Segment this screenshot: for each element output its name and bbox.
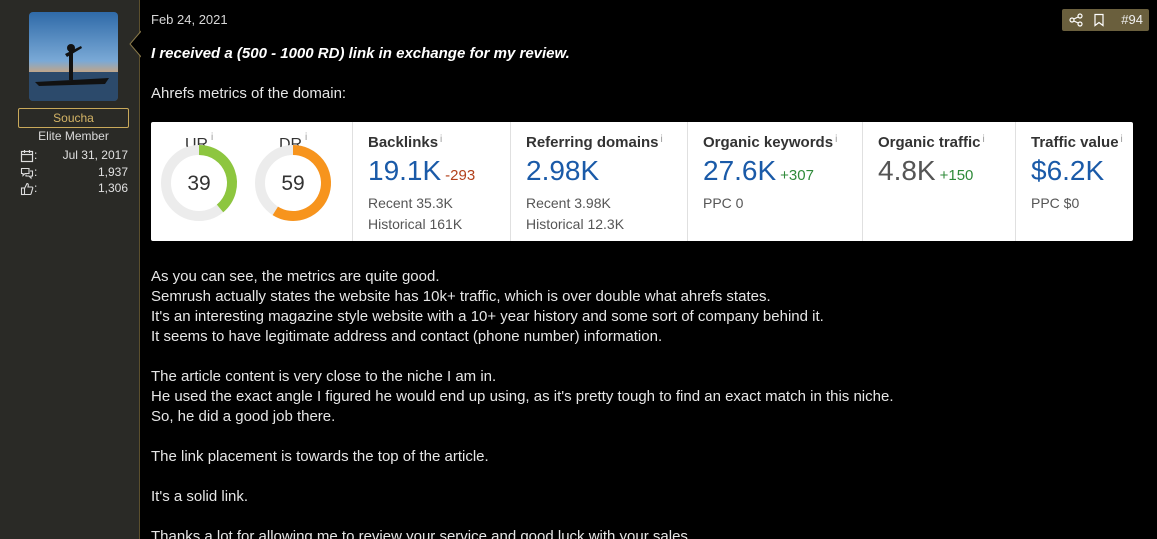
backlinks-recent: Recent 35.3K [368,195,453,211]
post-lead: I received a (500 - 1000 RD) link in exc… [151,45,570,62]
traffic-column: Organic traffic i 4.8K +150 [862,122,1015,241]
dr-ring: 59 [255,145,331,221]
thumbs-up-icon [20,182,34,196]
info-icon: i [835,134,838,145]
ur-ring: 39 [161,145,237,221]
user-sidebar: Soucha Elite Member : Jul 31, 2017 : 1,9… [0,0,140,539]
info-icon: i [660,134,663,145]
trafficvalue-value[interactable]: $6.2K [1031,155,1104,186]
user-title: Elite Member [38,129,109,143]
trafficvalue-title: Traffic value [1031,134,1119,151]
stat-reactions-value: 1,306 [97,181,128,195]
backlinks-historical: Historical 161K [368,216,463,232]
info-icon: i [1120,134,1123,145]
post-actions: #94 [1062,9,1149,31]
body-line: The link placement is towards the top of… [151,448,489,465]
backlinks-title: Backlinks [368,134,439,151]
refdomains-title: Referring domains [526,134,659,151]
body-line: As you can see, the metrics are quite go… [151,268,440,285]
stat-joined-value: Jul 31, 2017 [62,148,128,162]
body-line: Semrush actually states the website has … [151,288,771,305]
body-line: The article content is very close to the… [151,368,497,385]
keywords-delta: +307 [780,167,814,184]
keywords-value[interactable]: 27.6K [703,155,776,186]
backlinks-column: Backlinks i 19.1K -293 Recent 35.3K Histor… [352,122,510,241]
body-line: Thanks a lot for allowing me to review y… [151,528,693,539]
stat-joined: : Jul 31, 2017 [20,148,128,164]
body-line: He used the exact angle I figured he wou… [151,388,894,405]
post-date[interactable]: Feb 24, 2021 [151,12,228,27]
post-number[interactable]: #94 [1121,12,1143,27]
refdomains-value[interactable]: 2.98K [526,155,599,186]
share-icon[interactable] [1069,13,1083,27]
avatar[interactable] [29,12,118,101]
body-line: It's an interesting magazine style websi… [151,308,824,325]
trafficvalue-column: Traffic value i $6.2K PPC $0 [1015,122,1133,241]
body-line: So, he did a good job there. [151,408,336,425]
post-body: As you can see, the metrics are quite go… [151,267,1151,539]
info-icon: i [305,132,308,143]
ahrefs-metrics-panel: UR i 39 DR i 59 Backlinks i 19.1K -293 Rec… [151,122,1133,241]
info-icon: i [982,134,985,145]
ur-gauge: UR i 39 [159,130,239,230]
traffic-title: Organic traffic [878,134,981,151]
ur-value: 39 [187,172,210,195]
info-icon: i [440,134,443,145]
messages-icon [20,167,34,180]
trafficvalue-ppc: PPC $0 [1031,195,1080,211]
keywords-ppc: PPC 0 [703,195,744,211]
post: Feb 24, 2021 #94 I received a (500 - 100… [141,0,1157,539]
username[interactable]: Soucha [18,108,129,128]
refdomains-historical: Historical 12.3K [526,216,625,232]
traffic-delta: +150 [939,167,974,184]
keywords-title: Organic keywords [703,134,834,151]
stat-messages: : 1,937 [20,165,128,181]
keywords-column: Organic keywords i 27.6K +307 PPC 0 [687,122,862,241]
traffic-value: 4.8K [878,155,936,186]
refdomains-column: Referring domains i 2.98K Recent 3.98K Hi… [510,122,687,241]
stat-messages-value: 1,937 [97,165,128,179]
dr-gauge: DR i 59 [253,130,333,230]
backlinks-delta: -293 [445,167,476,184]
refdomains-recent: Recent 3.98K [526,195,611,211]
backlinks-value[interactable]: 19.1K [368,155,441,186]
post-subhead: Ahrefs metrics of the domain: [151,85,347,102]
body-line: It's a solid link. [151,488,249,505]
bookmark-icon[interactable] [1092,13,1106,27]
calendar-icon [20,150,34,163]
body-line: It seems to have legitimate address and … [151,328,663,345]
stat-reactions: : 1,306 [20,181,128,197]
info-icon: i [211,132,214,143]
dr-value: 59 [281,172,304,195]
